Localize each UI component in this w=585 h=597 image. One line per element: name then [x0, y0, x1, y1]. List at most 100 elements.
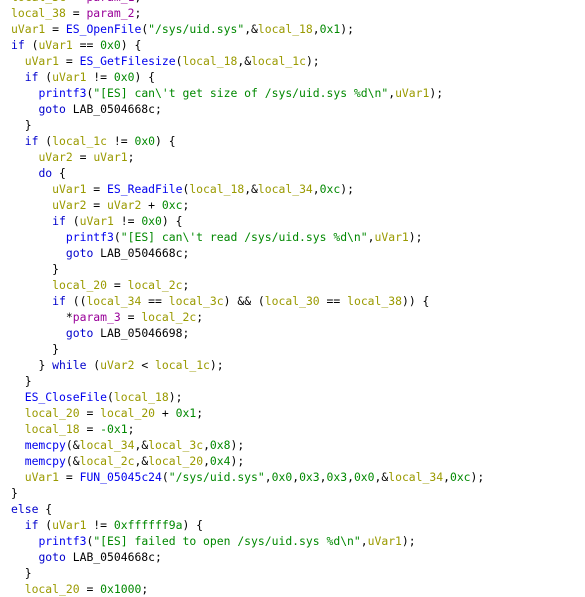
punctuation-token: (	[65, 214, 80, 228]
variable-token[interactable]: uVar2	[38, 150, 72, 164]
variable-token[interactable]: uVar1	[52, 182, 86, 196]
variable-token[interactable]: local_2c	[141, 310, 196, 324]
variable-token[interactable]: local_2c	[80, 454, 135, 468]
variable-token[interactable]: local_34	[258, 182, 313, 196]
variable-token[interactable]: local_20	[100, 406, 155, 420]
punctuation-token: =	[66, 0, 87, 4]
function-call-token[interactable]: printf3	[38, 534, 86, 548]
punctuation-token: (	[24, 38, 39, 52]
punctuation-token: ,	[203, 454, 210, 468]
variable-token[interactable]: local_34	[86, 294, 141, 308]
parameter-token[interactable]: param_3	[73, 310, 121, 324]
punctuation-token: ((	[65, 294, 87, 308]
variable-token[interactable]: uVar1	[93, 150, 127, 164]
variable-token[interactable]: local_20	[52, 278, 107, 292]
code-line: }	[11, 117, 484, 133]
goto-label-token[interactable]: LAB_0504668c	[73, 550, 155, 564]
numeric-constant-token: 0x0	[271, 470, 293, 484]
decompiler-code-view[interactable]: local_3c = param_1;local_38 = param_2;uV…	[11, 0, 484, 597]
function-call-token[interactable]: memcpy	[25, 438, 66, 452]
variable-token[interactable]: uVar1	[25, 470, 59, 484]
variable-token[interactable]: uVar1	[11, 22, 45, 36]
variable-token[interactable]: uVar1	[25, 54, 59, 68]
punctuation-token: =	[107, 278, 128, 292]
function-call-token[interactable]: printf3	[66, 230, 114, 244]
variable-token[interactable]: uVar1	[395, 86, 429, 100]
numeric-constant-token: 0xc	[161, 198, 183, 212]
variable-token[interactable]: uVar1	[52, 70, 86, 84]
numeric-constant-token: 0xc	[449, 470, 471, 484]
numeric-constant-token: 0x8	[209, 438, 231, 452]
variable-token[interactable]: uVar2	[100, 358, 134, 372]
function-call-token[interactable]: ES_ReadFile	[107, 182, 182, 196]
punctuation-token: ;	[196, 406, 204, 420]
variable-token[interactable]: local_1c	[155, 358, 210, 372]
variable-token[interactable]: local_3c	[148, 438, 203, 452]
function-call-token[interactable]: FUN_05045c24	[80, 470, 162, 484]
parameter-token[interactable]: param_1	[86, 0, 134, 4]
variable-token[interactable]: local_18	[25, 422, 80, 436]
variable-token[interactable]: uVar1	[38, 38, 72, 52]
variable-token[interactable]: local_38	[11, 6, 66, 20]
numeric-constant-token: 0xc	[319, 182, 341, 196]
numeric-constant-token: 0xffffff9a	[113, 518, 183, 532]
variable-token[interactable]: local_34	[80, 438, 135, 452]
variable-token[interactable]: local_18	[182, 54, 237, 68]
punctuation-token: <	[134, 358, 156, 372]
punctuation-token: (	[107, 390, 114, 404]
punctuation-token: !=	[86, 518, 114, 532]
variable-token[interactable]: local_38	[347, 294, 402, 308]
variable-token[interactable]: local_3c	[169, 294, 224, 308]
parameter-token[interactable]: param_2	[86, 6, 134, 20]
punctuation-token: =	[59, 54, 80, 68]
variable-token[interactable]: local_20	[148, 454, 203, 468]
numeric-constant-token: -0x1	[100, 422, 128, 436]
variable-token[interactable]: local_30	[265, 294, 320, 308]
punctuation-token: !=	[107, 134, 135, 148]
punctuation-token: );	[230, 438, 245, 452]
function-call-token[interactable]: printf3	[38, 86, 86, 100]
goto-label-token[interactable]: LAB_0504668c	[73, 102, 155, 116]
punctuation-token	[66, 550, 73, 564]
variable-token[interactable]: uVar1	[52, 518, 86, 532]
function-call-token[interactable]: ES_CloseFile	[25, 390, 107, 404]
numeric-constant-token: 0x0	[113, 70, 135, 84]
code-line: local_20 = local_2c;	[11, 277, 484, 293]
punctuation-token: );	[408, 230, 423, 244]
variable-token[interactable]: uVar1	[80, 214, 114, 228]
variable-token[interactable]: uVar2	[107, 198, 141, 212]
function-call-token[interactable]: ES_GetFilesize	[80, 54, 176, 68]
string-literal-token: "/sys/uid.sys"	[168, 470, 265, 484]
code-line: goto LAB_05046698;	[11, 325, 484, 341]
variable-token[interactable]: local_1c	[52, 134, 107, 148]
variable-token[interactable]: local_20	[25, 406, 80, 420]
variable-token[interactable]: local_18	[258, 22, 313, 36]
goto-label-token[interactable]: LAB_0504668c	[100, 246, 182, 260]
code-line: }	[11, 261, 484, 277]
code-line: uVar1 = ES_ReadFile(local_18,&local_34,0…	[11, 181, 484, 197]
code-line: } while (uVar2 < local_1c);	[11, 357, 484, 373]
punctuation-token: ,	[319, 470, 327, 484]
punctuation-token: }	[24, 374, 32, 388]
variable-token[interactable]: local_20	[25, 582, 80, 596]
variable-token[interactable]: local_34	[388, 470, 443, 484]
goto-label-token[interactable]: LAB_05046698	[100, 326, 182, 340]
variable-token[interactable]: local_1c	[251, 54, 306, 68]
code-line: local_20 = 0x1000;	[11, 581, 484, 597]
code-line: ES_CloseFile(local_18);	[11, 389, 484, 405]
punctuation-token: (	[86, 358, 101, 372]
variable-token[interactable]: uVar2	[52, 198, 86, 212]
variable-token[interactable]: uVar1	[375, 230, 409, 244]
variable-token[interactable]: local_18	[114, 390, 169, 404]
function-call-token[interactable]: ES_OpenFile	[66, 22, 141, 36]
code-line: *param_3 = local_2c;	[11, 309, 484, 325]
variable-token[interactable]: uVar1	[368, 534, 402, 548]
variable-token[interactable]: local_3c	[11, 0, 66, 4]
function-call-token[interactable]: memcpy	[25, 454, 66, 468]
variable-token[interactable]: local_2c	[128, 278, 183, 292]
punctuation-token: }	[52, 342, 60, 356]
variable-token[interactable]: local_18	[189, 182, 244, 196]
